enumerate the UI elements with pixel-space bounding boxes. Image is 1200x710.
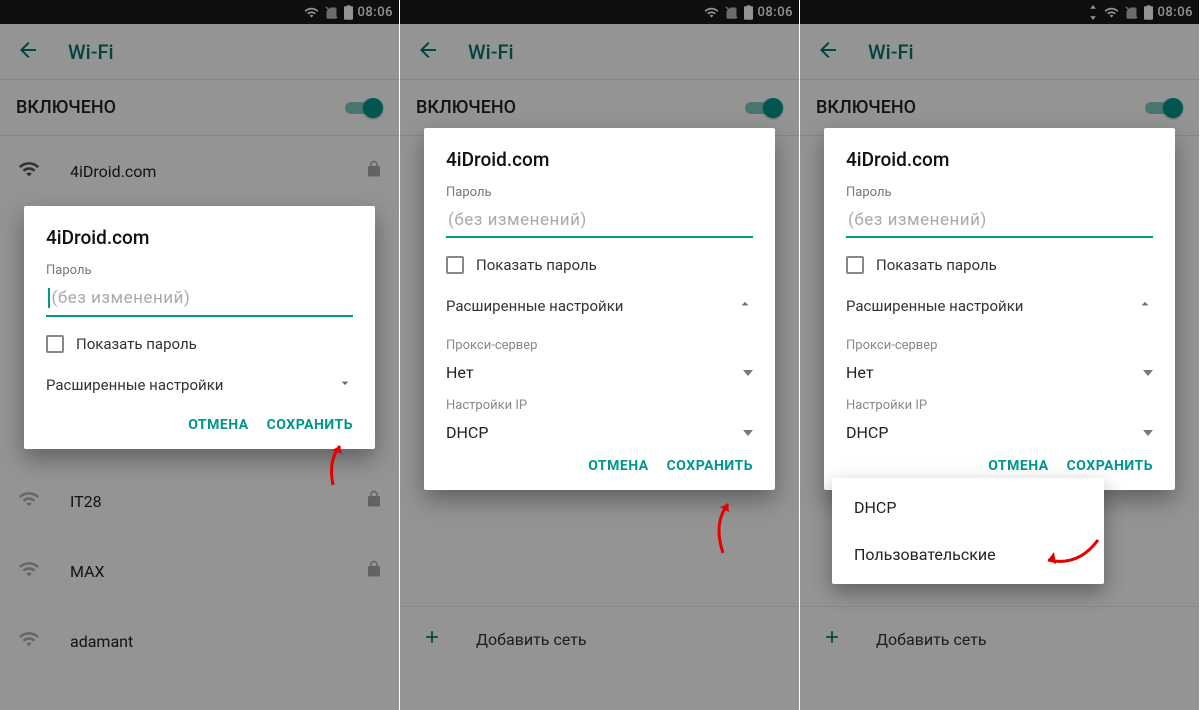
ip-option-dhcp[interactable]: DHCP (832, 484, 1104, 531)
phone-screen-3: 08:06 Wi-Fi ВКЛЮЧЕНО Добавить сеть 4iDro… (800, 0, 1200, 710)
show-password-checkbox[interactable]: Показать пароль (446, 256, 753, 274)
dropdown-triangle-icon (1143, 430, 1153, 436)
dialog-title: 4iDroid.com (846, 148, 1153, 171)
advanced-settings-toggle[interactable]: Расширенные настройки (846, 284, 1153, 328)
checkbox-icon (46, 335, 64, 353)
password-input[interactable]: (без изменений) (46, 282, 353, 317)
ip-settings-label: Настройки IP (446, 398, 753, 413)
show-password-checkbox[interactable]: Показать пароль (846, 256, 1153, 274)
ip-option-custom[interactable]: Пользовательские (832, 531, 1104, 578)
password-input[interactable]: (без изменений) (446, 204, 753, 238)
advanced-settings-toggle[interactable]: Расширенные настройки (46, 363, 353, 407)
password-label: Пароль (846, 185, 1153, 200)
save-button[interactable]: СОХРАНИТЬ (667, 458, 753, 474)
phone-screen-2: 08:06 Wi-Fi ВКЛЮЧЕНО Добавить сеть 4iDro… (400, 0, 800, 710)
checkbox-icon (446, 256, 464, 274)
dialog-actions: ОТМЕНА СОХРАНИТЬ (446, 448, 753, 480)
dropdown-triangle-icon (743, 370, 753, 376)
wifi-edit-dialog: 4iDroid.com Пароль (без изменений) Показ… (424, 128, 775, 490)
show-password-checkbox[interactable]: Показать пароль (46, 335, 353, 353)
proxy-label: Прокси-сервер (846, 338, 1153, 353)
ip-settings-popup: DHCP Пользовательские (832, 478, 1104, 584)
dialog-title: 4iDroid.com (46, 226, 353, 249)
chevron-up-icon (737, 296, 753, 316)
dialog-actions: ОТМЕНА СОХРАНИТЬ (846, 448, 1153, 480)
chevron-up-icon (1137, 296, 1153, 316)
ip-settings-dropdown[interactable]: DHCP (846, 413, 1153, 448)
dialog-actions: ОТМЕНА СОХРАНИТЬ (46, 407, 353, 439)
password-label: Пароль (46, 263, 353, 278)
cancel-button[interactable]: ОТМЕНА (588, 458, 648, 474)
ip-settings-dropdown[interactable]: DHCP (446, 413, 753, 448)
dropdown-triangle-icon (743, 430, 753, 436)
cancel-button[interactable]: ОТМЕНА (188, 417, 248, 433)
wifi-edit-dialog: 4iDroid.com Пароль (без изменений) Показ… (24, 206, 375, 449)
password-label: Пароль (446, 185, 753, 200)
advanced-settings-toggle[interactable]: Расширенные настройки (446, 284, 753, 328)
save-button[interactable]: СОХРАНИТЬ (267, 417, 353, 433)
proxy-dropdown[interactable]: Нет (446, 353, 753, 388)
password-input[interactable]: (без изменений) (846, 204, 1153, 238)
proxy-dropdown[interactable]: Нет (846, 353, 1153, 388)
chevron-down-icon (337, 375, 353, 395)
dropdown-triangle-icon (1143, 370, 1153, 376)
ip-settings-label: Настройки IP (846, 398, 1153, 413)
cancel-button[interactable]: ОТМЕНА (988, 458, 1048, 474)
proxy-label: Прокси-сервер (446, 338, 753, 353)
phone-screen-1: 08:06 Wi-Fi ВКЛЮЧЕНО 4iDroid.com IT28 MA… (0, 0, 400, 710)
dialog-title: 4iDroid.com (446, 148, 753, 171)
save-button[interactable]: СОХРАНИТЬ (1067, 458, 1153, 474)
checkbox-icon (846, 256, 864, 274)
wifi-edit-dialog: 4iDroid.com Пароль (без изменений) Показ… (824, 128, 1175, 490)
